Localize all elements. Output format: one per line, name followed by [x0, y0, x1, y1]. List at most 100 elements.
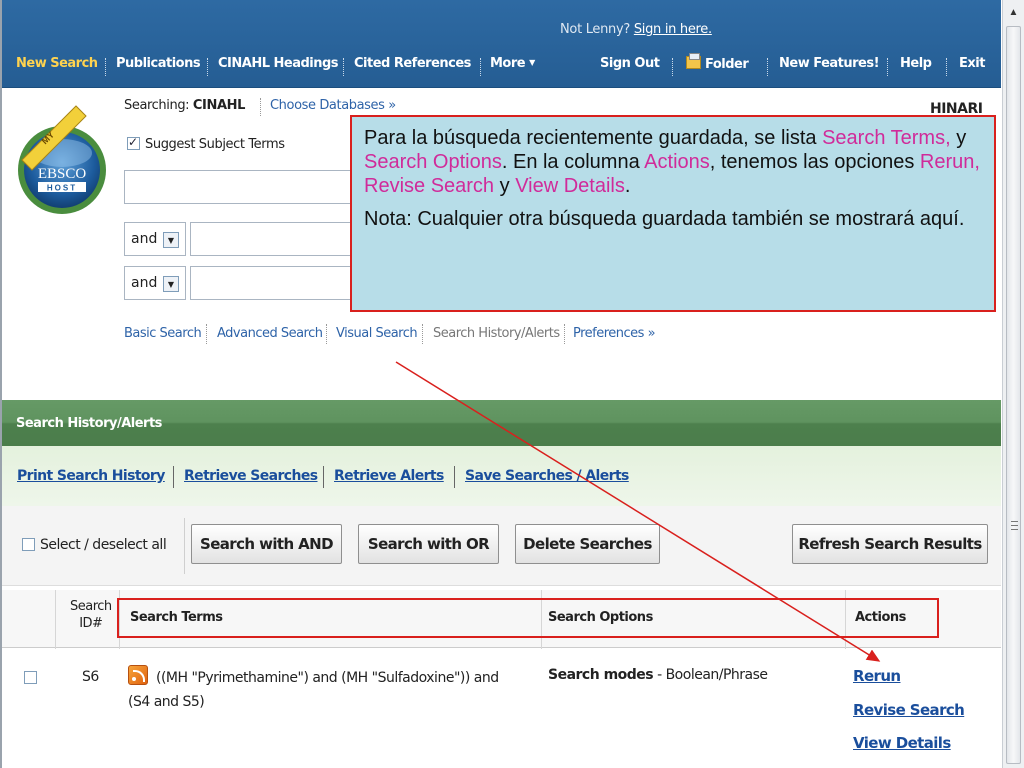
delete-searches-button[interactable]: Delete Searches	[515, 524, 660, 564]
nav-more-label: More	[490, 56, 526, 71]
save-searches-alerts-link[interactable]: Save Searches / Alerts	[465, 468, 629, 484]
search-terms-line2: (S4 and S5)	[128, 694, 205, 710]
svg-text:HOST: HOST	[47, 184, 77, 193]
search-history-link[interactable]: Search History/Alerts	[433, 326, 560, 341]
nav-exit[interactable]: Exit	[959, 56, 985, 71]
folder-icon	[686, 53, 701, 69]
select-all[interactable]: Select / deselect all	[22, 537, 167, 553]
scroll-up-arrow-icon[interactable]: ▲	[1005, 4, 1022, 21]
row-select-checkbox[interactable]	[24, 671, 37, 684]
search-input-3[interactable]	[190, 266, 354, 300]
nav-folder-label: Folder	[705, 57, 749, 72]
database-name: CINAHL	[192, 98, 245, 113]
search-id: S6	[82, 669, 99, 685]
visual-search-link[interactable]: Visual Search	[336, 326, 418, 341]
column-header-id-line2: ID#	[79, 616, 103, 631]
operator-value: and	[131, 275, 158, 291]
divider	[206, 324, 207, 344]
nav-new-search[interactable]: New Search	[16, 56, 98, 71]
search-with-or-button[interactable]: Search with OR	[358, 524, 499, 564]
callout-text: Para la búsqueda recientemente guardada,…	[364, 127, 823, 149]
nav-cinahl-headings[interactable]: CINAHL Headings	[218, 56, 339, 71]
divider	[326, 324, 327, 344]
column-header-search-id: Search ID#	[70, 598, 112, 632]
my-ebscohost-logo[interactable]: EBSCO HOST MY	[16, 98, 108, 236]
search-input-1[interactable]	[124, 170, 354, 204]
search-history-title: Search History/Alerts	[16, 416, 162, 431]
sign-in-link[interactable]: Sign in here.	[634, 22, 712, 37]
nav-folder[interactable]: Folder	[686, 53, 749, 72]
operator-value: and	[131, 231, 158, 247]
nav-divider	[946, 58, 947, 76]
divider	[260, 98, 261, 116]
boolean-operator-select-1[interactable]: and ▼	[124, 222, 186, 256]
callout-highlight: Search Options	[364, 151, 502, 173]
divider	[564, 324, 565, 344]
preferences-link[interactable]: Preferences »	[573, 326, 656, 341]
callout-text: .	[624, 175, 631, 197]
user-prefix: Not Lenny?	[560, 22, 630, 37]
divider	[184, 518, 185, 574]
search-terms-cell: ((MH "Pyrimethamine") and (MH "Sulfadoxi…	[128, 665, 538, 714]
search-options-label: Search modes	[548, 667, 654, 683]
history-links-bar: Print Search History Retrieve Searches R…	[2, 446, 1001, 506]
revise-search-link[interactable]: Revise Search	[853, 701, 965, 719]
retrieve-alerts-link[interactable]: Retrieve Alerts	[334, 468, 444, 484]
divider	[422, 324, 423, 344]
callout-text: , tenemos las opciones	[709, 151, 920, 173]
divider	[173, 466, 174, 488]
nav-more-menu[interactable]: More ▼	[490, 56, 535, 71]
dropdown-arrow-icon: ▼	[163, 232, 179, 248]
nav-divider	[343, 58, 344, 76]
boolean-operator-select-2[interactable]: and ▼	[124, 266, 186, 300]
basic-search-link[interactable]: Basic Search	[124, 326, 202, 341]
nav-divider	[480, 58, 481, 76]
retrieve-searches-link[interactable]: Retrieve Searches	[184, 468, 318, 484]
choose-databases-link[interactable]: Choose Databases »	[270, 98, 396, 113]
highlight-box	[117, 598, 939, 638]
top-navigation-bar: Not Lenny? Sign in here. New Search Publ…	[2, 0, 1001, 88]
search-input-2[interactable]	[190, 222, 354, 256]
column-header-id-line1: Search	[70, 599, 112, 614]
searching-label: Searching: CINAHL	[124, 98, 245, 113]
divider	[454, 466, 455, 488]
suggest-label: Suggest Subject Terms	[145, 137, 285, 152]
advanced-search-link[interactable]: Advanced Search	[217, 326, 323, 341]
scroll-thumb[interactable]	[1006, 26, 1021, 764]
print-search-history-link[interactable]: Print Search History	[17, 468, 165, 484]
callout-paragraph-2: Nota: Cualquier otra búsqueda guardada t…	[364, 208, 965, 230]
callout-highlight: View Details	[515, 175, 625, 197]
nav-sign-out[interactable]: Sign Out	[600, 56, 660, 71]
callout-text: y	[494, 175, 516, 197]
callout-text: y	[950, 127, 967, 149]
user-status: Not Lenny? Sign in here.	[560, 22, 712, 37]
divider	[323, 466, 324, 488]
annotation-callout: Para la búsqueda recientemente guardada,…	[350, 115, 996, 312]
rerun-link[interactable]: Rerun	[853, 667, 901, 685]
search-with-and-button[interactable]: Search with AND	[191, 524, 342, 564]
nav-divider	[207, 58, 208, 76]
searching-prefix: Searching:	[124, 98, 190, 113]
nav-divider	[887, 58, 888, 76]
nav-publications[interactable]: Publications	[116, 56, 201, 71]
history-toolbar: Select / deselect all Search with AND Se…	[2, 506, 1001, 586]
vertical-scrollbar[interactable]: ▲	[1002, 0, 1024, 768]
nav-new-features[interactable]: New Features!	[779, 56, 880, 71]
suggest-subject-terms[interactable]: Suggest Subject Terms	[127, 135, 285, 152]
callout-text: . En la columna	[501, 151, 645, 173]
chevron-down-icon: ▼	[529, 58, 535, 67]
search-terms-line1: ((MH "Pyrimethamine") and (MH "Sulfadoxi…	[156, 670, 499, 686]
suggest-checkbox[interactable]	[127, 135, 140, 150]
rss-feed-icon[interactable]	[128, 665, 148, 685]
nav-cited-references[interactable]: Cited References	[354, 56, 471, 71]
nav-help[interactable]: Help	[900, 56, 932, 71]
nav-divider	[767, 58, 768, 76]
svg-text:EBSCO: EBSCO	[38, 166, 87, 182]
grip-icon	[1011, 521, 1018, 530]
nav-divider	[672, 58, 673, 76]
callout-paragraph-1: Para la búsqueda recientemente guardada,…	[364, 126, 982, 198]
view-details-link[interactable]: View Details	[853, 734, 951, 752]
select-all-checkbox[interactable]	[22, 538, 35, 551]
table-row: S6 ((MH "Pyrimethamine") and (MH "Sulfad…	[2, 649, 1001, 768]
refresh-search-results-button[interactable]: Refresh Search Results	[792, 524, 988, 564]
